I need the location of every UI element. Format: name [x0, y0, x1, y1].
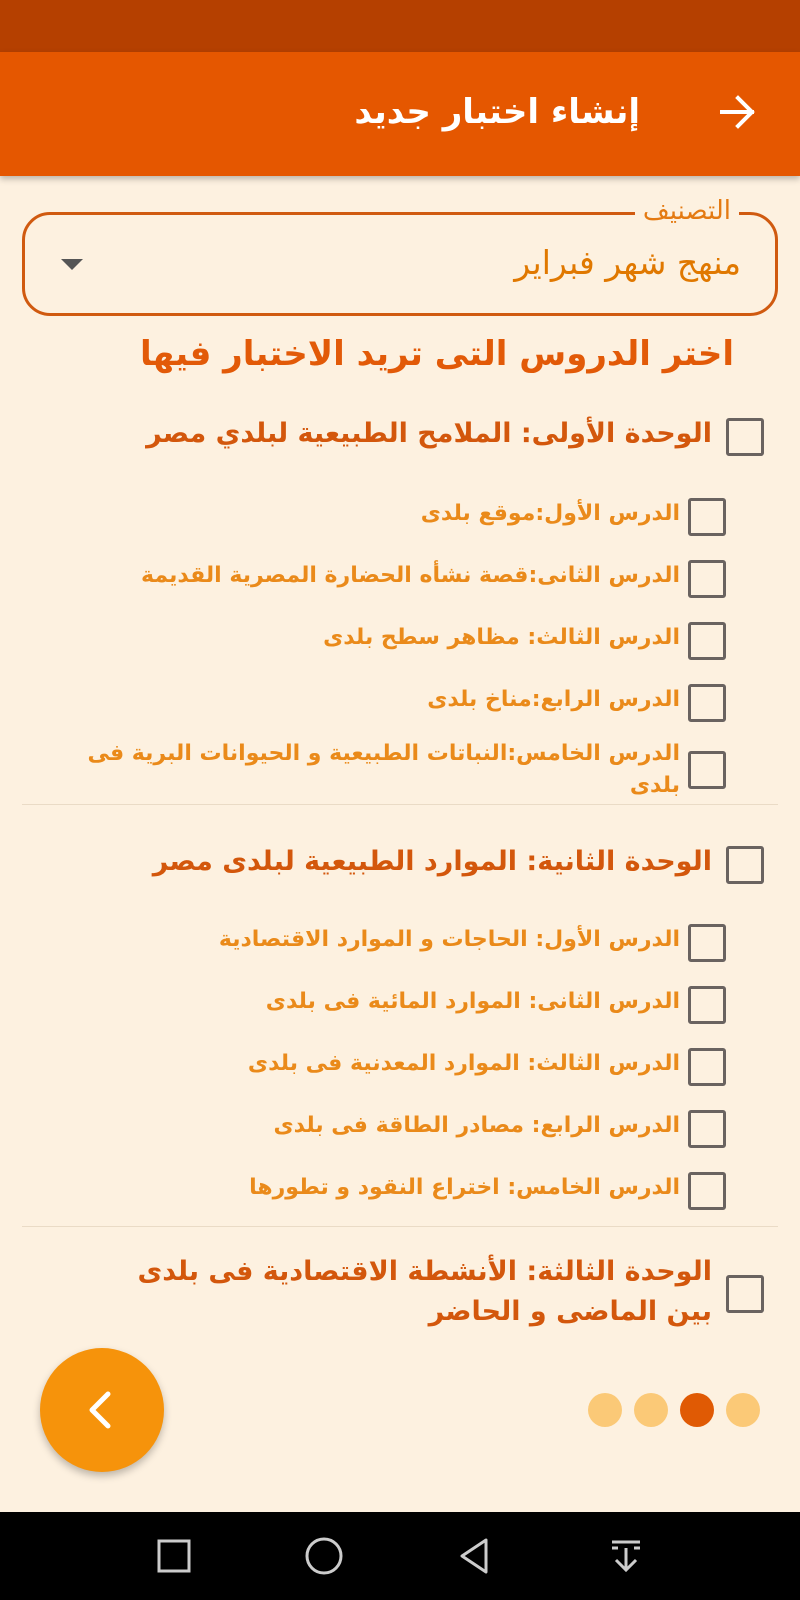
category-label: التصنيف [634, 195, 739, 227]
lesson-title: الدرس الأول: الحاجات و الموارد الاقتصادي… [218, 927, 680, 952]
previous-page-button[interactable] [40, 1348, 164, 1472]
chevron-left-icon [89, 1391, 111, 1429]
divider [22, 1226, 778, 1227]
lesson-title: الدرس الخامس:النباتات الطبيعية و الحيوان… [87, 741, 680, 798]
unit-row[interactable]: الوحدة الثالثة: الأنشطة الاقتصادية فى بل… [64, 1252, 764, 1332]
square-icon[interactable] [152, 1534, 196, 1578]
lesson-checkbox[interactable] [688, 1048, 726, 1086]
lesson-row[interactable]: الدرس الثالث: الموارد المعدنية فى بلدى [66, 1048, 726, 1086]
unit-checkbox[interactable] [726, 418, 764, 456]
lesson-checkbox[interactable] [688, 1172, 726, 1210]
unit-title: الوحدة الثانية: الموارد الطبيعية لبلدى م… [152, 846, 712, 877]
lesson-checkbox[interactable] [688, 924, 726, 962]
triangle-back-icon[interactable] [452, 1534, 496, 1578]
lesson-title: الدرس الثانى: الموارد المائية فى بلدى [265, 989, 680, 1014]
lesson-checkbox[interactable] [688, 751, 726, 789]
unit-row[interactable]: الوحدة الثانية: الموارد الطبيعية لبلدى م… [64, 842, 764, 884]
lesson-title: الدرس الثانى:قصة نشأه الحضارة المصرية ال… [141, 563, 680, 588]
lesson-row[interactable]: الدرس الخامس:النباتات الطبيعية و الحيوان… [66, 738, 726, 802]
lesson-title: الدرس الثالث: مظاهر سطح بلدى [323, 625, 680, 650]
unit-title: الوحدة الأولى: الملامح الطبيعية لبلدي مص… [146, 418, 712, 449]
lesson-checkbox[interactable] [688, 498, 726, 536]
lesson-row[interactable]: الدرس الرابع: مصادر الطاقة فى بلدى [66, 1110, 726, 1148]
category-select[interactable]: التصنيف منهج شهر فبراير [22, 195, 778, 316]
lesson-checkbox[interactable] [688, 1110, 726, 1148]
system-nav-bar [0, 1512, 800, 1600]
unit-title: الوحدة الثالثة: الأنشطة الاقتصادية فى بل… [137, 1256, 712, 1327]
status-bar [0, 0, 800, 52]
page-dot[interactable] [634, 1393, 668, 1427]
app-bar: إنشاء اختبار جديد [0, 52, 800, 176]
caret-down-icon [61, 259, 83, 270]
lesson-checkbox[interactable] [688, 986, 726, 1024]
lesson-checkbox[interactable] [688, 684, 726, 722]
download-icon[interactable] [604, 1534, 648, 1578]
page-dot-active[interactable] [680, 1393, 714, 1427]
arrow-right-icon[interactable] [716, 90, 760, 134]
lesson-title: الدرس الخامس: اختراع النقود و تطورها [249, 1175, 680, 1200]
lesson-checkbox[interactable] [688, 560, 726, 598]
lesson-row[interactable]: الدرس الثانى:قصة نشأه الحضارة المصرية ال… [66, 560, 726, 598]
unit-checkbox[interactable] [726, 1275, 764, 1313]
lesson-title: الدرس الأول:موقع بلدى [420, 501, 680, 526]
lesson-row[interactable]: الدرس الأول:موقع بلدى [66, 498, 726, 536]
lesson-row[interactable]: الدرس الثالث: مظاهر سطح بلدى [66, 622, 726, 660]
divider [22, 804, 778, 805]
unit-row[interactable]: الوحدة الأولى: الملامح الطبيعية لبلدي مص… [64, 414, 764, 456]
lesson-checkbox[interactable] [688, 622, 726, 660]
lesson-row[interactable]: الدرس الخامس: اختراع النقود و تطورها [66, 1172, 726, 1210]
lesson-row[interactable]: الدرس الأول: الحاجات و الموارد الاقتصادي… [66, 924, 726, 962]
page-dot[interactable] [588, 1393, 622, 1427]
lesson-title: الدرس الرابع: مصادر الطاقة فى بلدى [273, 1113, 680, 1138]
page-indicator [588, 1393, 760, 1427]
lesson-row[interactable]: الدرس الثانى: الموارد المائية فى بلدى [66, 986, 726, 1024]
lesson-title: الدرس الرابع:مناخ بلدى [427, 687, 680, 712]
page-dot[interactable] [726, 1393, 760, 1427]
lesson-row[interactable]: الدرس الرابع:مناخ بلدى [66, 684, 726, 722]
category-value: منهج شهر فبراير [514, 243, 741, 282]
unit-checkbox[interactable] [726, 846, 764, 884]
circle-icon[interactable] [302, 1534, 346, 1578]
lesson-title: الدرس الثالث: الموارد المعدنية فى بلدى [247, 1051, 680, 1076]
page-title: إنشاء اختبار جديد [354, 92, 640, 132]
lessons-prompt: اختر الدروس التى تريد الاختبار فيها [139, 334, 734, 374]
